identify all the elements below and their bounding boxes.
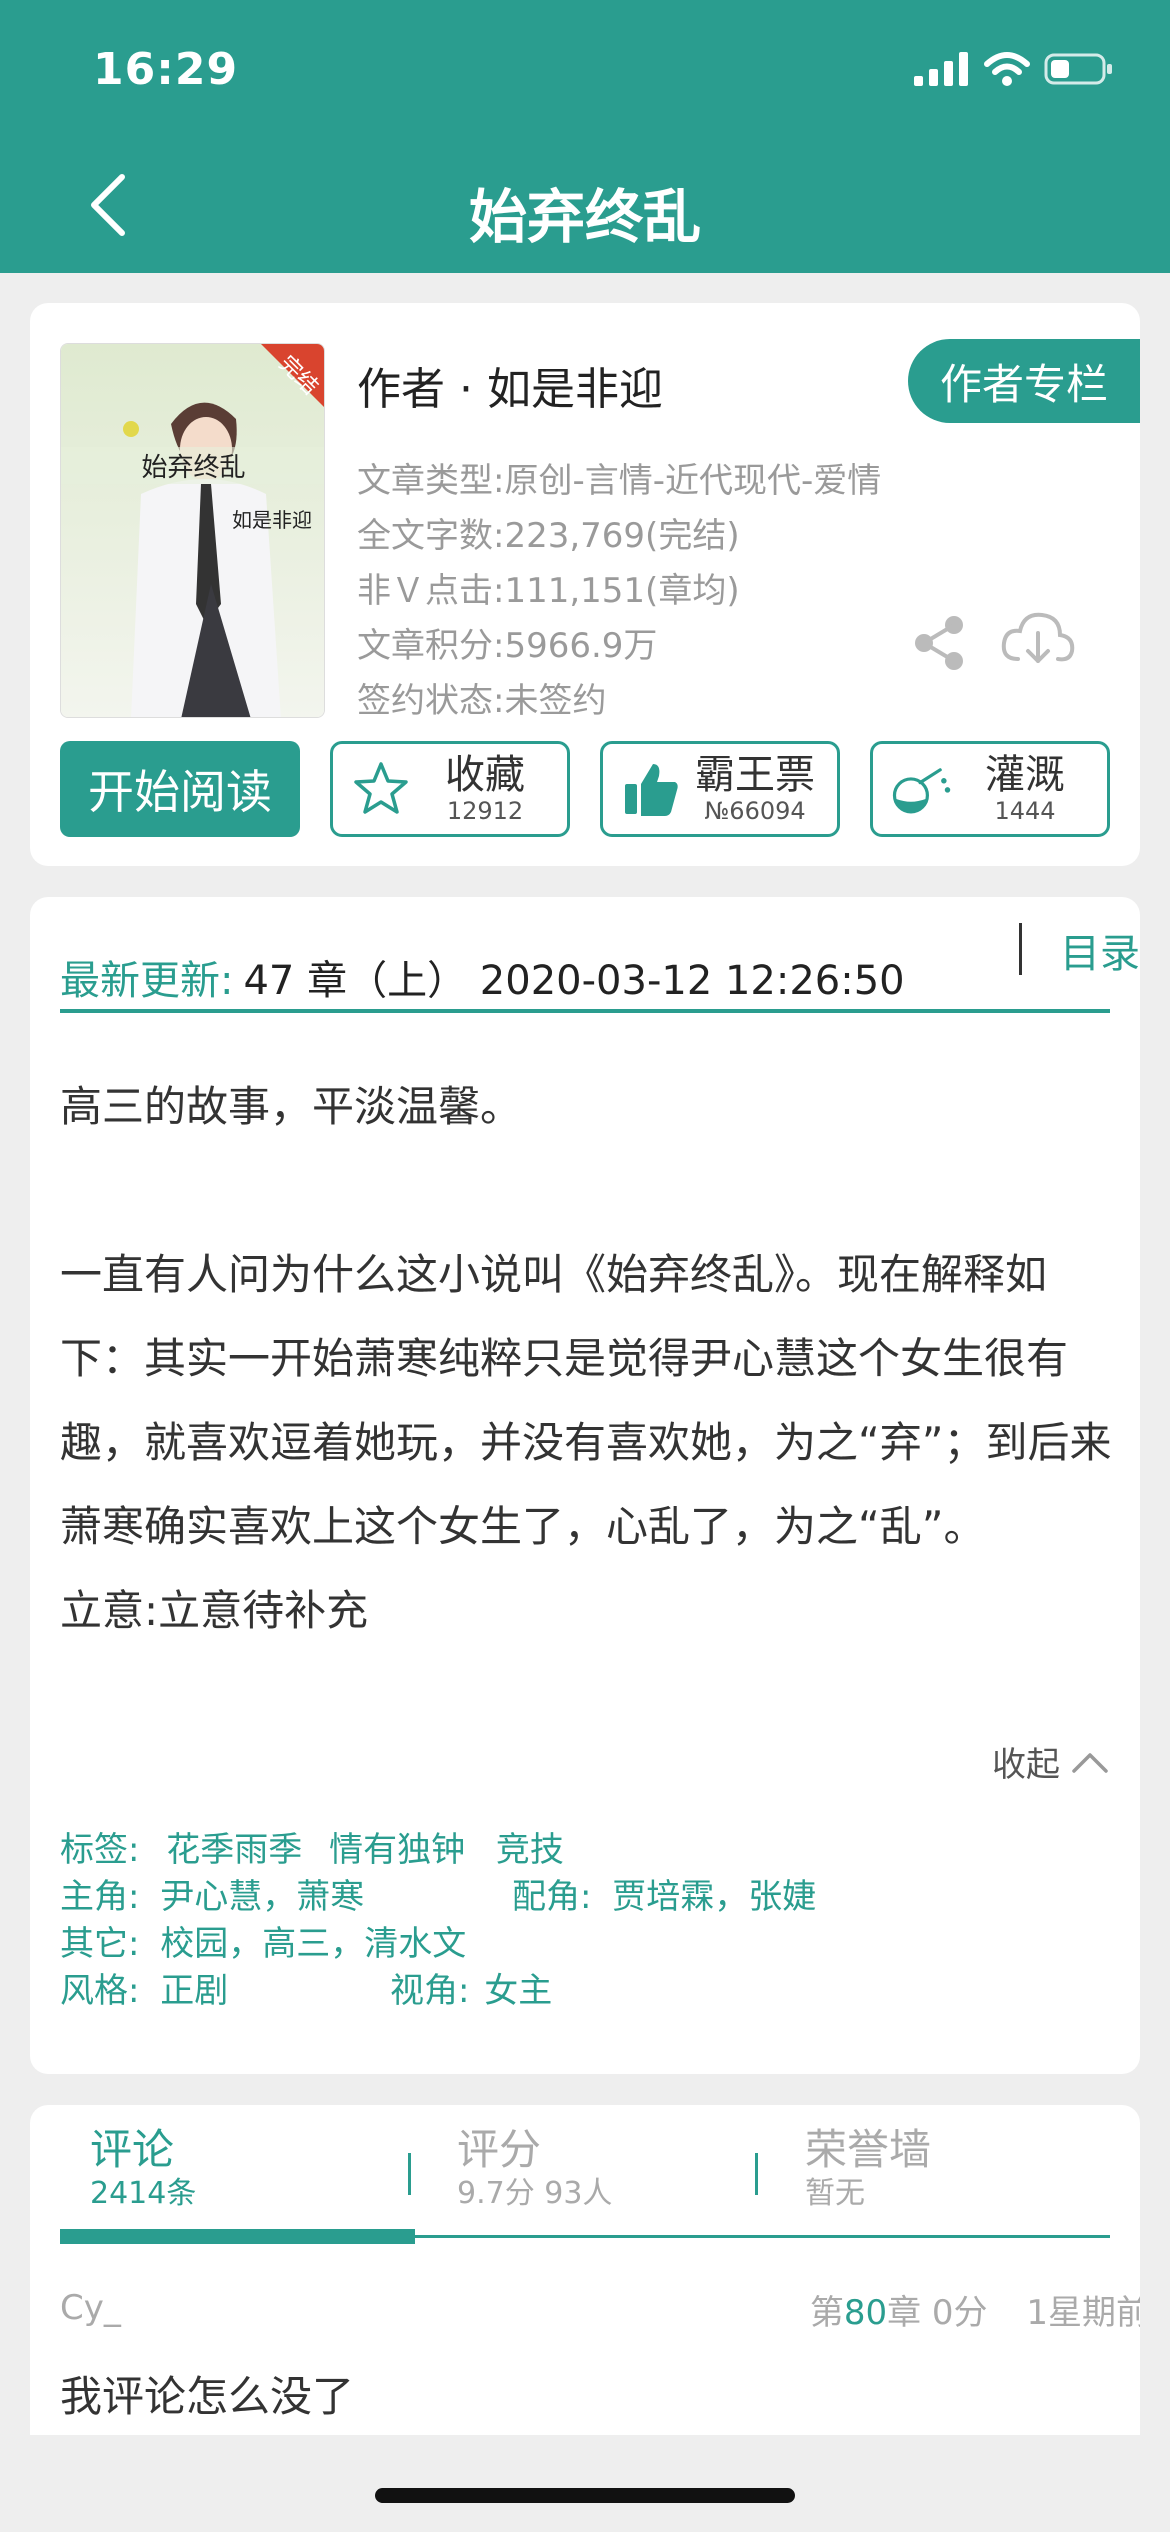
tab-honor-wall[interactable]: 荣誉墙 暂无 [805,2125,931,2213]
info-score: 文章积分:5966.9万 [357,626,658,666]
latest-update-text: 47 章（上） 2020-03-12 12:26:50 [243,958,905,1004]
comment-meta: 第80章 0分 1星期前 [810,2285,1140,2334]
irrigate-count: 1444 [994,797,1056,825]
favorite-button[interactable]: 收藏 12912 [330,741,570,837]
divider [60,1009,1110,1013]
comment-text: 我评论怎么没了 [60,2372,355,2421]
lead-row: 主角: 尹心慧，萧寒 [60,1869,364,1918]
comments-card: 评论 2414条 评分 9.7分 93人 荣誉墙 暂无 Cy_ 第80章 0分 … [30,2105,1140,2435]
star-icon [354,762,408,814]
other-value: 校园，高三，清水文 [160,1924,467,1964]
tab-comments-title: 评论 [90,2125,175,2174]
author-column-button[interactable]: 作者专栏 [908,339,1140,423]
tab-ratings[interactable]: 评分 9.7分 93人 [457,2125,612,2213]
favorite-count: 12912 [446,797,524,825]
style-label: 风格: [60,1971,140,2011]
tab-comments-sub: 2414条 [90,2176,197,2211]
description-paragraph: 高三的故事，平淡温馨。 [60,1082,523,1131]
irrigate-label: 灌溉 [985,752,1065,798]
start-reading-button[interactable]: 开始阅读 [60,741,300,837]
comment-meta-prefix: 第 [809,2293,844,2333]
comment-meta-suffix: 章 0分 [887,2293,988,2333]
thumbs-up-icon [625,764,678,816]
style-value: 正剧 [160,1971,229,2011]
lead-value: 尹心慧，萧寒 [160,1877,365,1917]
status-icons [914,52,1114,86]
tab-divider [755,2153,758,2195]
watering-flask-icon [892,768,951,814]
other-label: 其它: [60,1924,140,1964]
comment-chapter: 80 [843,2293,888,2333]
description-paragraph [60,1149,1120,1233]
description-card: 最新更新: 47 章（上） 2020-03-12 12:26:50 目录 高三的… [30,897,1140,2074]
collapse-toggle[interactable]: 收起 [992,1737,1110,1786]
home-indicator[interactable] [375,2488,795,2503]
tab-comments[interactable]: 评论 2414条 [90,2125,196,2213]
tab-ratings-title: 评分 [457,2125,542,2174]
tab-honor-wall-title: 荣誉墙 [805,2125,932,2174]
info-type: 文章类型:原创-言情-近代现代-爱情 [357,461,882,501]
chevron-up-icon [1072,1752,1108,1773]
tags-label: 标签: [60,1830,140,1870]
view-value: 女主 [484,1971,553,2011]
overlord-ticket-count: №66094 [704,797,806,825]
overlord-ticket-label: 霸王票 [695,752,815,798]
tag-item[interactable]: 情有独钟 [329,1830,465,1870]
toc-divider [1019,923,1022,975]
status-time: 16:29 [93,44,239,95]
book-cover[interactable]: 始弃终乱 如是非迎 完结 [60,343,325,718]
latest-update-row[interactable]: 最新更新: 47 章（上） 2020-03-12 12:26:50 [60,937,1110,1017]
tab-divider [408,2153,411,2195]
share-icon[interactable] [910,613,970,673]
support-value: 贾培霖，张婕 [612,1877,817,1917]
irrigate-button[interactable]: 灌溉 1444 [870,741,1110,837]
tab-honor-wall-sub: 暂无 [805,2176,865,2211]
support-row: 配角: 贾培霖，张婕 [512,1869,816,1918]
info-clicks: 非Ｖ点击:111,151(章均) [357,571,740,611]
favorite-label: 收藏 [445,752,525,798]
wifi-icon [984,52,1030,86]
latest-update-label: 最新更新: [60,958,234,1004]
collapse-label: 收起 [992,1745,1060,1785]
style-row: 风格: 正剧 [60,1963,228,2012]
comment-username[interactable]: Cy_ [60,2288,121,2328]
description-paragraph: 一直有人问为什么这小说叫《始弃终乱》。现在解释如下：其实一开始萧寒纯粹只是觉得尹… [60,1250,1112,1551]
tag-item[interactable]: 花季雨季 [166,1830,302,1870]
signal-icon [914,52,968,86]
view-row: 视角: 女主 [390,1963,552,2012]
overlord-ticket-button[interactable]: 霸王票 №66094 [600,741,840,837]
info-sign-status: 签约状态:未签约 [357,681,607,721]
description-paragraph: 立意:立意待补充 [60,1586,369,1635]
comment-time: 1星期前 [1026,2293,1140,2333]
cover-title: 始弃终乱 [61,447,324,484]
toc-link[interactable]: 目录 [1060,921,1140,979]
app-header: 16:29 始弃终乱 [0,0,1170,273]
tags-row: 标签: 花季雨季 情有独钟 竞技 [60,1822,564,1871]
battery-icon [1044,53,1112,85]
cover-author: 如是非迎 [232,508,312,532]
author-line[interactable]: 作者 · 如是非迎 [357,353,663,417]
tab-active-indicator [60,2229,415,2244]
view-label: 视角: [390,1971,470,2011]
download-icon[interactable] [1000,609,1076,673]
tab-ratings-sub: 9.7分 93人 [457,2176,613,2211]
page-title: 始弃终乱 [468,183,701,251]
book-description: 高三的故事，平淡温馨。 一直有人问为什么这小说叫《始弃终乱》。现在解释如下：其实… [60,1065,1120,1653]
book-info-card: 始弃终乱 如是非迎 完结 作者 · 如是非迎 作者专栏 文章类型:原创-言情-近… [30,303,1140,866]
lead-label: 主角: [60,1877,140,1917]
other-row: 其它: 校园，高三，清水文 [60,1916,466,1965]
info-word-count: 全文字数:223,769(完结) [357,516,740,556]
support-label: 配角: [512,1877,592,1917]
tag-item[interactable]: 竞技 [496,1830,564,1870]
